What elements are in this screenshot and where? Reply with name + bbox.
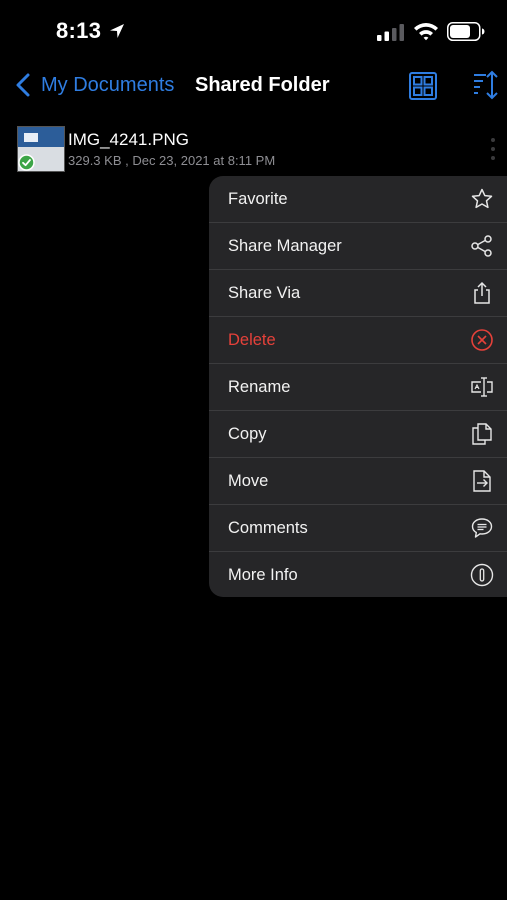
menu-item-label: Delete	[228, 331, 276, 349]
menu-item-share-manager[interactable]: Share Manager	[209, 223, 507, 270]
navigation-bar: My Documents Shared Folder	[0, 62, 507, 108]
page-title: Shared Folder	[195, 74, 330, 96]
menu-item-label: Copy	[228, 425, 267, 443]
location-arrow-icon	[110, 24, 124, 38]
menu-item-label: Rename	[228, 378, 291, 396]
menu-item-label: More Info	[228, 566, 298, 584]
more-options-icon[interactable]	[488, 136, 498, 162]
menu-item-label: Share Manager	[228, 237, 342, 255]
move-icon	[473, 470, 491, 492]
menu-item-delete[interactable]: Delete	[209, 317, 507, 364]
rename-cursor-icon	[471, 377, 493, 397]
file-list-item[interactable]: IMG_4241.PNG 329.3 KB , Dec 23, 2021 at …	[0, 120, 507, 178]
context-menu: Favorite Share Manager Share Via Delete …	[209, 176, 507, 597]
menu-item-label: Share Via	[228, 284, 301, 302]
file-name: IMG_4241.PNG	[68, 130, 189, 149]
menu-item-rename[interactable]: Rename	[209, 364, 507, 411]
back-chevron-icon[interactable]	[14, 72, 32, 98]
menu-item-favorite[interactable]: Favorite	[209, 176, 507, 223]
battery-icon	[447, 22, 485, 41]
comment-bubble-icon	[471, 518, 493, 538]
back-button[interactable]: My Documents	[41, 74, 174, 97]
status-bar: 8:13	[0, 0, 507, 60]
menu-item-label: Comments	[228, 519, 308, 537]
grid-view-icon[interactable]	[409, 72, 437, 100]
synced-check-icon	[18, 154, 35, 171]
share-nodes-icon	[471, 235, 492, 257]
delete-circle-x-icon	[471, 329, 493, 351]
star-icon	[471, 188, 493, 209]
share-upload-icon	[474, 281, 490, 304]
info-icon	[470, 563, 494, 587]
wifi-icon	[414, 23, 438, 41]
menu-item-share-via[interactable]: Share Via	[209, 270, 507, 317]
menu-item-copy[interactable]: Copy	[209, 411, 507, 458]
cellular-signal-icon	[377, 24, 404, 41]
copy-icon	[472, 423, 492, 445]
sort-icon[interactable]	[472, 70, 500, 100]
status-time: 8:13	[56, 18, 102, 43]
menu-item-move[interactable]: Move	[209, 458, 507, 505]
screen: 8:13 My Documents Shared Folder IMG_4241…	[0, 0, 507, 900]
menu-item-label: Move	[228, 472, 269, 490]
menu-item-comments[interactable]: Comments	[209, 505, 507, 552]
file-meta: 329.3 KB , Dec 23, 2021 at 8:11 PM	[68, 153, 276, 168]
menu-item-more-info[interactable]: More Info	[209, 552, 507, 597]
menu-item-label: Favorite	[228, 190, 288, 208]
